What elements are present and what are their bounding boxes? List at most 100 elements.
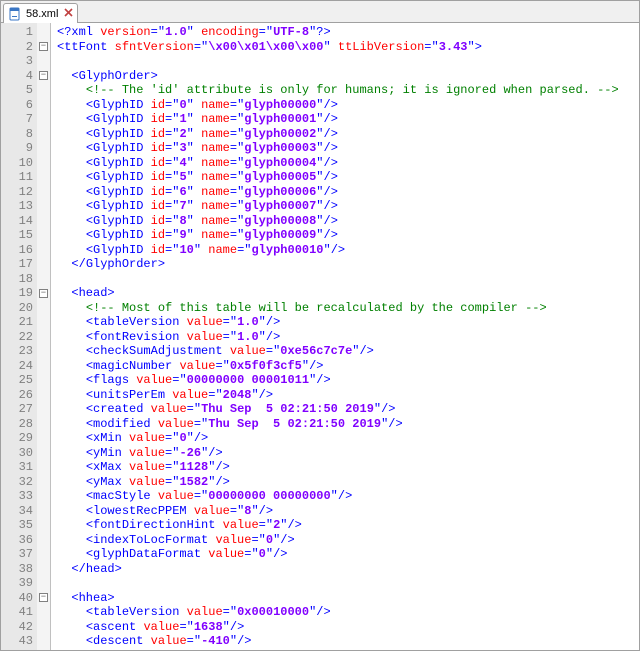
fold-cell	[37, 388, 50, 403]
code-line[interactable]: <lowestRecPPEM value="8"/>	[57, 504, 639, 519]
code-line[interactable]: <xMax value="1128"/>	[57, 460, 639, 475]
fold-toggle-icon[interactable]: −	[39, 71, 48, 80]
fold-cell	[37, 243, 50, 258]
code-area[interactable]: <?xml version="1.0" encoding="UTF-8"?><t…	[51, 23, 639, 650]
line-number: 39	[1, 576, 33, 591]
fold-cell	[37, 156, 50, 171]
editor-window: 58.xml 123456789101112131415161718192021…	[0, 0, 640, 651]
line-number: 21	[1, 315, 33, 330]
code-line[interactable]: <modified value="Thu Sep 5 02:21:50 2019…	[57, 417, 639, 432]
code-line[interactable]: <ttFont sfntVersion="\x00\x01\x00\x00" t…	[57, 40, 639, 55]
code-line[interactable]: <yMax value="1582"/>	[57, 475, 639, 490]
fold-cell	[37, 214, 50, 229]
code-line[interactable]: </GlyphOrder>	[57, 257, 639, 272]
fold-gutter[interactable]: − − − −	[37, 23, 51, 650]
line-number: 16	[1, 243, 33, 258]
code-line[interactable]	[57, 576, 639, 591]
line-number: 31	[1, 460, 33, 475]
close-icon[interactable]	[64, 8, 73, 20]
line-number: 42	[1, 620, 33, 635]
line-number: 37	[1, 547, 33, 562]
fold-cell	[37, 257, 50, 272]
line-number: 20	[1, 301, 33, 316]
code-line[interactable]: <GlyphID id="2" name="glyph00002"/>	[57, 127, 639, 142]
code-line[interactable]: <!-- Most of this table will be recalcul…	[57, 301, 639, 316]
code-line[interactable]: <magicNumber value="0x5f0f3cf5"/>	[57, 359, 639, 374]
fold-toggle-icon[interactable]: −	[39, 289, 48, 298]
fold-cell	[37, 199, 50, 214]
fold-cell	[37, 547, 50, 562]
fold-cell	[37, 431, 50, 446]
fold-cell	[37, 518, 50, 533]
code-line[interactable]: <flags value="00000000 00001011"/>	[57, 373, 639, 388]
code-editor[interactable]: 1234567891011121314151617181920212223242…	[1, 23, 639, 650]
code-line[interactable]: <GlyphID id="6" name="glyph00006"/>	[57, 185, 639, 200]
code-line[interactable]: <glyphDataFormat value="0"/>	[57, 547, 639, 562]
code-line[interactable]: <GlyphID id="4" name="glyph00004"/>	[57, 156, 639, 171]
code-line[interactable]: <created value="Thu Sep 5 02:21:50 2019"…	[57, 402, 639, 417]
code-line[interactable]: <xMin value="0"/>	[57, 431, 639, 446]
code-line[interactable]: </head>	[57, 562, 639, 577]
xml-file-icon	[8, 7, 22, 21]
fold-cell	[37, 83, 50, 98]
line-number: 43	[1, 634, 33, 649]
code-line[interactable]: <GlyphID id="3" name="glyph00003"/>	[57, 141, 639, 156]
fold-cell	[37, 576, 50, 591]
code-line[interactable]: <unitsPerEm value="2048"/>	[57, 388, 639, 403]
code-line[interactable]: <tableVersion value="0x00010000"/>	[57, 605, 639, 620]
code-line[interactable]: <macStyle value="00000000 00000000"/>	[57, 489, 639, 504]
fold-cell	[37, 402, 50, 417]
fold-cell[interactable]: −	[37, 591, 50, 606]
fold-cell	[37, 446, 50, 461]
tab-filename: 58.xml	[26, 8, 58, 20]
line-number: 29	[1, 431, 33, 446]
code-line[interactable]: <indexToLocFormat value="0"/>	[57, 533, 639, 548]
code-line[interactable]: <GlyphID id="10" name="glyph00010"/>	[57, 243, 639, 258]
code-line[interactable]: <ascent value="1638"/>	[57, 620, 639, 635]
code-line[interactable]: <hhea>	[57, 591, 639, 606]
code-line[interactable]: <GlyphOrder>	[57, 69, 639, 84]
fold-cell[interactable]: −	[37, 286, 50, 301]
code-line[interactable]: <fontDirectionHint value="2"/>	[57, 518, 639, 533]
code-line[interactable]	[57, 272, 639, 287]
fold-cell	[37, 504, 50, 519]
code-line[interactable]: <descent value="-410"/>	[57, 634, 639, 649]
code-line[interactable]: <GlyphID id="9" name="glyph00009"/>	[57, 228, 639, 243]
fold-cell	[37, 634, 50, 649]
fold-toggle-icon[interactable]: −	[39, 593, 48, 602]
fold-cell	[37, 25, 50, 40]
fold-cell[interactable]: −	[37, 69, 50, 84]
fold-cell	[37, 228, 50, 243]
fold-cell	[37, 141, 50, 156]
file-tab[interactable]: 58.xml	[3, 3, 78, 23]
code-line[interactable]: <tableVersion value="1.0"/>	[57, 315, 639, 330]
code-line[interactable]: <GlyphID id="0" name="glyph00000"/>	[57, 98, 639, 113]
code-line[interactable]: <GlyphID id="5" name="glyph00005"/>	[57, 170, 639, 185]
fold-cell	[37, 417, 50, 432]
code-line[interactable]: <head>	[57, 286, 639, 301]
code-line[interactable]: <!-- The 'id' attribute is only for huma…	[57, 83, 639, 98]
line-number: 2	[1, 40, 33, 55]
tab-bar: 58.xml	[1, 1, 639, 23]
fold-cell	[37, 98, 50, 113]
code-line[interactable]: <yMin value="-26"/>	[57, 446, 639, 461]
line-number-gutter: 1234567891011121314151617181920212223242…	[1, 23, 37, 650]
line-number: 3	[1, 54, 33, 69]
code-line[interactable]: <checkSumAdjustment value="0xe56c7c7e"/>	[57, 344, 639, 359]
fold-cell	[37, 344, 50, 359]
line-number: 30	[1, 446, 33, 461]
code-line[interactable]	[57, 54, 639, 69]
line-number: 38	[1, 562, 33, 577]
code-line[interactable]: <?xml version="1.0" encoding="UTF-8"?>	[57, 25, 639, 40]
fold-toggle-icon[interactable]: −	[39, 42, 48, 51]
code-line[interactable]: <GlyphID id="1" name="glyph00001"/>	[57, 112, 639, 127]
fold-cell	[37, 301, 50, 316]
fold-cell[interactable]: −	[37, 40, 50, 55]
fold-cell	[37, 620, 50, 635]
fold-cell	[37, 185, 50, 200]
fold-cell	[37, 359, 50, 374]
code-line[interactable]: <GlyphID id="7" name="glyph00007"/>	[57, 199, 639, 214]
line-number: 26	[1, 388, 33, 403]
code-line[interactable]: <fontRevision value="1.0"/>	[57, 330, 639, 345]
code-line[interactable]: <GlyphID id="8" name="glyph00008"/>	[57, 214, 639, 229]
